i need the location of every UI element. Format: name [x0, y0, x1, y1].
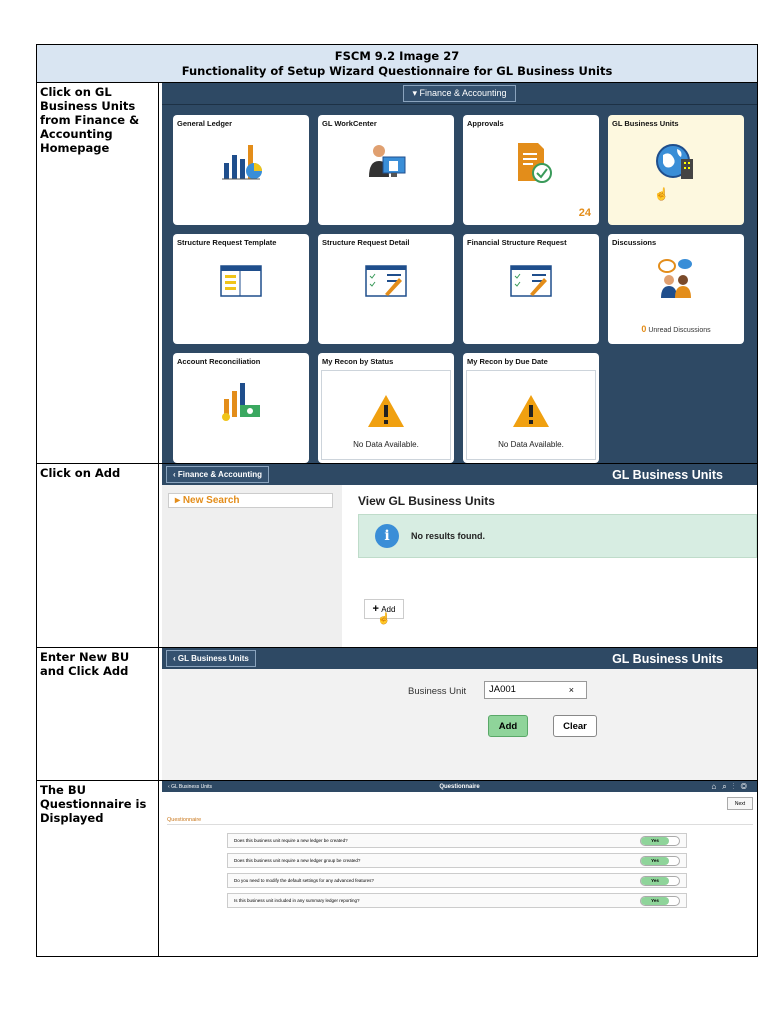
- step-label: Click on Add: [37, 464, 159, 647]
- search-screenshot: ‹ Finance & Accounting GL Business Units…: [159, 464, 757, 647]
- tile-gl-business-units[interactable]: GL Business Units ☝: [608, 115, 744, 225]
- navbar-icon[interactable]: ◎: [741, 782, 753, 791]
- discussions-count-label: Unread Discussions: [648, 327, 711, 334]
- question-row: Does this business unit require a new le…: [227, 833, 687, 848]
- page-title: GL Business Units: [612, 651, 723, 666]
- tile-financial-structure-request[interactable]: Financial Structure Request: [463, 234, 599, 344]
- person-screen-icon: [318, 137, 454, 187]
- no-data-text: No Data Available.: [353, 440, 419, 449]
- step-label: The BU Questionnaire is Displayed: [37, 781, 159, 956]
- more-icon[interactable]: ⋮: [733, 782, 741, 791]
- yes-toggle[interactable]: Yes: [640, 896, 680, 906]
- layout-icon: [173, 256, 309, 306]
- clear-button[interactable]: Clear: [553, 715, 597, 737]
- info-icon: i: [375, 524, 399, 548]
- new-search-link[interactable]: ▸ New Search: [168, 493, 333, 508]
- homepage-dropdown[interactable]: ▾ Finance & Accounting: [403, 85, 516, 102]
- info-message: i No results found.: [358, 514, 757, 558]
- question-row: Is this business unit included in any su…: [227, 893, 687, 908]
- business-unit-label: Business Unit: [408, 686, 467, 697]
- hand-cursor-icon: ☝: [654, 187, 669, 201]
- step-label: Enter New BU and Click Add: [37, 648, 159, 780]
- chart-money-icon: [173, 375, 309, 425]
- step-row-3: Enter New BU and Click Add ‹ GL Business…: [37, 648, 757, 781]
- yes-toggle[interactable]: Yes: [640, 836, 680, 846]
- back-button[interactable]: ‹ Finance & Accounting: [166, 466, 270, 483]
- page-title: Questionnaire: [439, 783, 480, 790]
- add-bu-screenshot: ‹ GL Business Units GL Business Units Bu…: [159, 648, 757, 780]
- tile-my-recon-by-status[interactable]: My Recon by Status No Data Available.: [318, 353, 454, 463]
- tile-structure-request-template[interactable]: Structure Request Template: [173, 234, 309, 344]
- page-title: GL Business Units: [612, 467, 723, 482]
- checklist-pen-icon: [463, 256, 599, 306]
- left-panel: ▸ New Search: [162, 485, 342, 647]
- tile-account-reconciliation[interactable]: Account Reconciliation: [173, 353, 309, 463]
- add-button[interactable]: Add: [488, 715, 528, 737]
- header-line2: Functionality of Setup Wizard Questionna…: [181, 64, 613, 78]
- clear-x-icon[interactable]: ×: [569, 682, 574, 698]
- tile-my-recon-by-due-date[interactable]: My Recon by Due Date No Data Available.: [463, 353, 599, 463]
- toolbar-icons: ⌂⌕⋮◎: [711, 782, 753, 792]
- view-title: View GL Business Units: [358, 494, 495, 508]
- section-label: Questionnaire: [167, 817, 202, 823]
- document-table: FSCM 9.2 Image 27 Functionality of Setup…: [36, 44, 758, 957]
- tile-structure-request-detail[interactable]: Structure Request Detail: [318, 234, 454, 344]
- tile-gl-workcenter[interactable]: GL WorkCenter: [318, 115, 454, 225]
- homepage-screenshot: ▾ Finance & Accounting General Ledger GL…: [162, 83, 757, 463]
- checklist-pen-icon: [318, 256, 454, 306]
- bar-chart-pie-icon: [173, 137, 309, 187]
- add-panel: Business Unit JA001 × Add Clear: [162, 669, 757, 780]
- discussions-count: 0: [641, 324, 647, 334]
- table-header: FSCM 9.2 Image 27 Functionality of Setup…: [37, 45, 757, 83]
- question-row: Does this business unit require a new le…: [227, 853, 687, 868]
- next-button[interactable]: Next: [727, 797, 753, 810]
- step-row-1: Click on GL Business Units from Finance …: [37, 83, 757, 464]
- home-icon[interactable]: ⌂: [711, 782, 722, 791]
- tile-approvals[interactable]: Approvals 24: [463, 115, 599, 225]
- question-row: Do you need to modify the default settin…: [227, 873, 687, 888]
- step-label: Click on GL Business Units from Finance …: [37, 83, 159, 463]
- warning-icon: [318, 393, 454, 429]
- hand-cursor-icon: ☝: [377, 613, 391, 625]
- questionnaire-screenshot: ‹ GL Business Units Questionnaire ⌂⌕⋮◎ N…: [159, 781, 757, 956]
- yes-toggle[interactable]: Yes: [640, 876, 680, 886]
- step-row-4: The BU Questionnaire is Displayed ‹ GL B…: [37, 781, 757, 956]
- back-button[interactable]: ‹ GL Business Units: [166, 650, 256, 667]
- no-data-text: No Data Available.: [498, 440, 564, 449]
- people-chat-icon: [608, 256, 744, 306]
- approvals-count: 24: [578, 207, 591, 219]
- step-row-2: Click on Add ‹ Finance & Accounting GL B…: [37, 464, 757, 648]
- tile-discussions[interactable]: Discussions 0 Unread Discussions: [608, 234, 744, 344]
- tile-general-ledger[interactable]: General Ledger: [173, 115, 309, 225]
- business-unit-input[interactable]: JA001 ×: [484, 681, 587, 699]
- yes-toggle[interactable]: Yes: [640, 856, 680, 866]
- search-icon[interactable]: ⌕: [722, 782, 732, 791]
- warning-icon: [463, 393, 599, 429]
- globe-building-icon: [608, 137, 744, 187]
- header-line1: FSCM 9.2 Image 27: [334, 49, 460, 63]
- document-check-icon: [463, 137, 599, 187]
